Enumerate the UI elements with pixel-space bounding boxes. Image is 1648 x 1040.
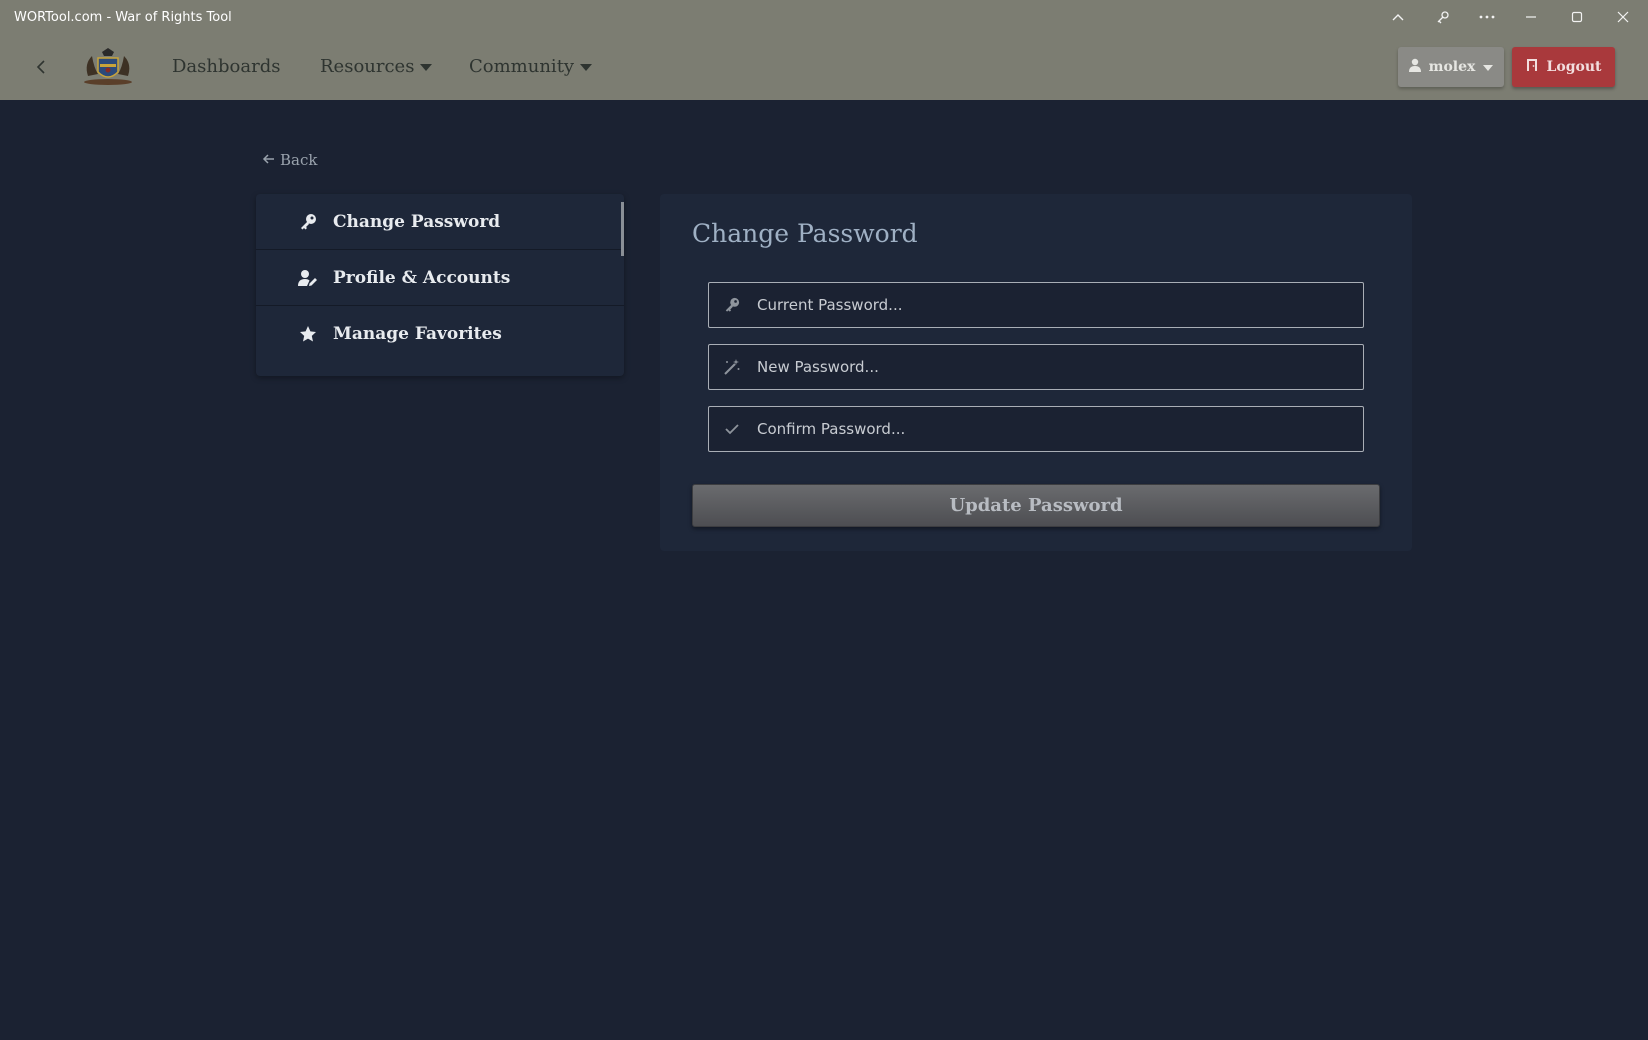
extensions-icon[interactable] — [1420, 0, 1466, 34]
key-icon — [298, 212, 318, 232]
current-password-input[interactable] — [757, 283, 1347, 327]
sidebar-item-change-password[interactable]: Change Password — [256, 194, 624, 256]
caret-down-icon — [580, 64, 593, 71]
new-password-input[interactable] — [757, 345, 1347, 389]
nav-dashboards-label: Dashboards — [172, 56, 281, 77]
sidebar-item-manage-favorites[interactable]: Manage Favorites — [256, 306, 624, 362]
window-titlebar: WORTool.com - War of Rights Tool — [0, 0, 1648, 34]
door-icon — [1526, 58, 1538, 76]
check-icon — [722, 419, 742, 439]
close-icon[interactable] — [1600, 0, 1646, 34]
star-icon — [298, 324, 318, 344]
caret-down-icon — [1483, 65, 1494, 71]
back-label: Back — [280, 151, 318, 169]
confirm-password-field — [708, 406, 1364, 452]
nav-community-label: Community — [469, 56, 575, 77]
coat-of-arms-logo[interactable] — [80, 46, 136, 86]
confirm-password-input[interactable] — [757, 407, 1347, 451]
current-password-field — [708, 282, 1364, 328]
update-password-button[interactable]: Update Password — [692, 484, 1380, 527]
change-password-panel: Change Password Update Password — [660, 194, 1412, 551]
caret-down-icon — [420, 64, 433, 71]
sidebar-item-label: Manage Favorites — [333, 324, 502, 344]
logout-label: Logout — [1546, 59, 1602, 75]
minimize-icon[interactable] — [1508, 0, 1554, 34]
user-menu-button[interactable]: molex — [1398, 47, 1504, 87]
arrow-left-icon — [262, 151, 275, 169]
maximize-icon[interactable] — [1554, 0, 1600, 34]
nav-resources-label: Resources — [320, 56, 415, 77]
key-icon — [722, 295, 742, 315]
user-icon — [1408, 58, 1421, 76]
window-title: WORTool.com - War of Rights Tool — [14, 10, 232, 25]
logout-button[interactable]: Logout — [1512, 47, 1615, 87]
app-navbar: Dashboards Resources Community molex Log… — [0, 34, 1648, 100]
nav-community[interactable]: Community — [469, 56, 593, 77]
sidebar-item-label: Profile & Accounts — [333, 267, 511, 288]
new-password-field — [708, 344, 1364, 390]
user-edit-icon — [298, 268, 318, 288]
more-icon[interactable] — [1464, 0, 1510, 34]
sidebar-item-label: Change Password — [333, 211, 501, 232]
chevron-left-icon[interactable] — [30, 54, 52, 80]
back-link[interactable]: Back — [262, 151, 317, 169]
chevron-up-icon[interactable] — [1375, 0, 1421, 34]
nav-dashboards[interactable]: Dashboards — [172, 56, 280, 77]
sidebar-item-profile-accounts[interactable]: Profile & Accounts — [256, 250, 624, 306]
magic-wand-icon — [722, 357, 742, 377]
page-title: Change Password — [692, 219, 918, 248]
user-name: molex — [1428, 59, 1476, 75]
settings-sidebar: Change Password Profile & Accounts Manag… — [256, 194, 624, 376]
nav-resources[interactable]: Resources — [320, 56, 433, 77]
